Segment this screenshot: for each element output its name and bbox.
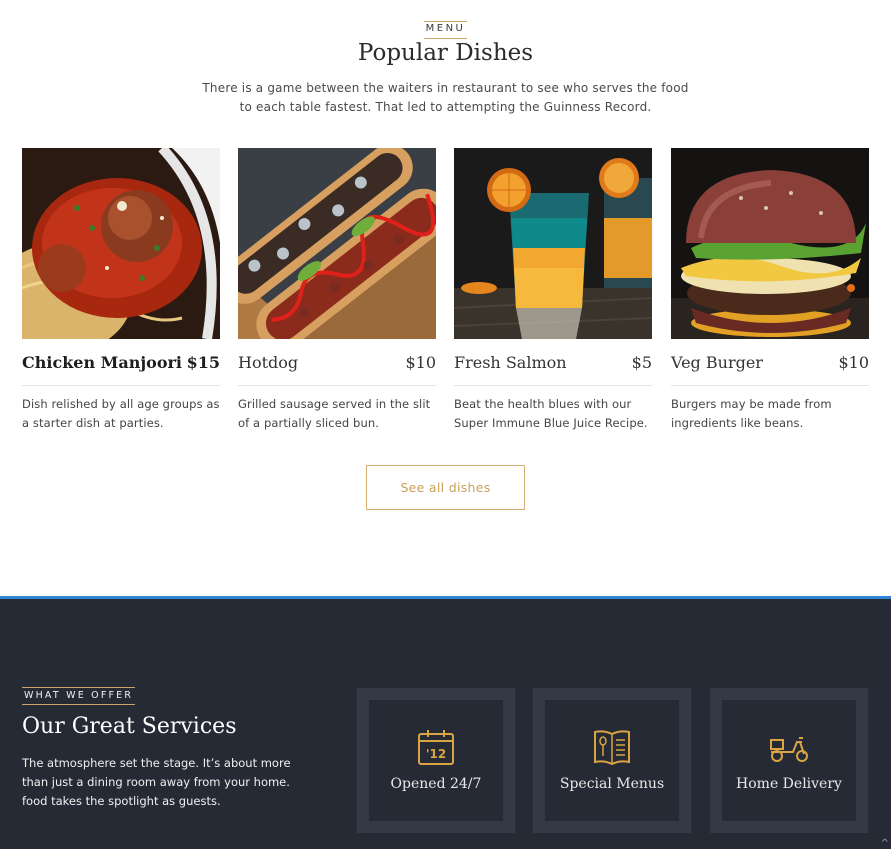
menu-eyebrow: MENU (0, 16, 891, 39)
dish-image-fresh-salmon[interactable] (454, 148, 652, 339)
dish-price: $10 (838, 352, 869, 372)
menu-eyebrow-label: MENU (423, 21, 468, 39)
dish-description: Dish relished by all age groups as a sta… (22, 397, 220, 430)
dish-name[interactable]: Veg Burger (671, 353, 763, 372)
service-card-inner: '12 Opened 24/7 (369, 700, 503, 821)
dish-image-chicken-manjoori[interactable] (22, 148, 220, 339)
service-card-inner: Home Delivery (722, 700, 856, 821)
service-card-special-menus[interactable]: Special Menus (533, 688, 691, 833)
section-title: Popular Dishes (357, 40, 534, 66)
service-label: Special Menus (559, 776, 665, 792)
dish-name[interactable]: Fresh Salmon (454, 353, 567, 372)
service-label: Opened 24/7 (390, 776, 482, 792)
dish-description: Burgers may be made from ingredients lik… (671, 397, 832, 430)
dish-price: $5 (631, 352, 652, 372)
services-description: The atmosphere set the stage. It’s about… (22, 756, 291, 808)
calendar-icon: '12 (418, 730, 454, 765)
service-card-home-delivery[interactable]: Home Delivery (710, 688, 868, 833)
dish-card-hotdog[interactable]: Hotdog $10 Grilled sausage served in the… (238, 148, 436, 433)
scroll-to-top-icon[interactable]: ^ (881, 838, 889, 849)
scooter-icon (770, 737, 808, 762)
dish-card-fresh-salmon[interactable]: Fresh Salmon $5 Beat the health blues wi… (454, 148, 652, 433)
dish-card-chicken-manjoori[interactable]: Chicken Manjoori $15 Dish relished by al… (22, 148, 220, 433)
see-all-dishes-button[interactable]: See all dishes (366, 465, 525, 510)
service-card-inner: Special Menus (545, 700, 679, 821)
dish-description: Beat the health blues with our Super Imm… (454, 397, 648, 430)
dish-price: $15 (186, 352, 220, 372)
dish-header: Hotdog $10 (238, 347, 436, 386)
section-description: There is a game between the waiters in r… (202, 81, 689, 114)
dish-card-veg-burger[interactable]: Veg Burger $10 Burgers may be made from … (671, 148, 869, 433)
dish-image-hotdog[interactable] (238, 148, 436, 339)
services-section: WHAT WE OFFER Our Great Services The atm… (0, 596, 891, 849)
dish-header: Fresh Salmon $5 (454, 347, 652, 386)
service-card-opened[interactable]: '12 Opened 24/7 (357, 688, 515, 833)
services-eyebrow: WHAT WE OFFER (22, 687, 136, 705)
dish-header: Chicken Manjoori $15 (22, 347, 220, 386)
menu-book-icon (594, 730, 630, 766)
popular-dishes-section: MENU Popular Dishes There is a game betw… (0, 0, 891, 597)
services-title: Our Great Services (22, 714, 237, 739)
dish-description: Grilled sausage served in the slit of a … (238, 397, 431, 430)
dish-image-veg-burger[interactable] (671, 148, 869, 339)
dish-name[interactable]: Hotdog (238, 353, 298, 372)
dish-price: $10 (405, 352, 436, 372)
dish-name[interactable]: Chicken Manjoori (22, 353, 182, 372)
service-label: Home Delivery (736, 776, 842, 792)
dish-header: Veg Burger $10 (671, 347, 869, 386)
calendar-icon-text: '12 (426, 747, 446, 761)
